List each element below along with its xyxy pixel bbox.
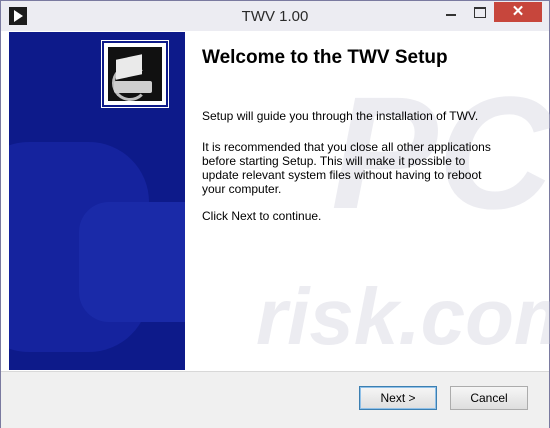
banner-decoration: [79, 202, 185, 322]
next-button[interactable]: Next >: [359, 386, 437, 410]
button-bar: Next > Cancel: [1, 371, 549, 428]
recommendation-text: It is recommended that you close all oth…: [202, 140, 491, 196]
setup-window: TWV 1.00 ✕ PC risk.com Welcome to the TW…: [0, 0, 550, 428]
page-title: Welcome to the TWV Setup: [202, 47, 448, 68]
welcome-banner: [9, 32, 185, 370]
installer-logo: [101, 40, 169, 108]
close-button[interactable]: ✕: [494, 2, 542, 22]
minimize-button[interactable]: [438, 2, 465, 22]
close-icon: ✕: [511, 3, 525, 20]
cancel-button[interactable]: Cancel: [450, 386, 528, 410]
minimize-icon: [446, 14, 456, 16]
watermark-text: risk.com: [256, 272, 550, 361]
installer-computer-icon: [108, 47, 162, 101]
title-bar[interactable]: TWV 1.00 ✕: [1, 1, 549, 31]
maximize-button[interactable]: [466, 2, 493, 22]
intro-text: Setup will guide you through the install…: [202, 109, 479, 123]
maximize-icon: [474, 7, 486, 18]
continue-text: Click Next to continue.: [202, 209, 322, 223]
